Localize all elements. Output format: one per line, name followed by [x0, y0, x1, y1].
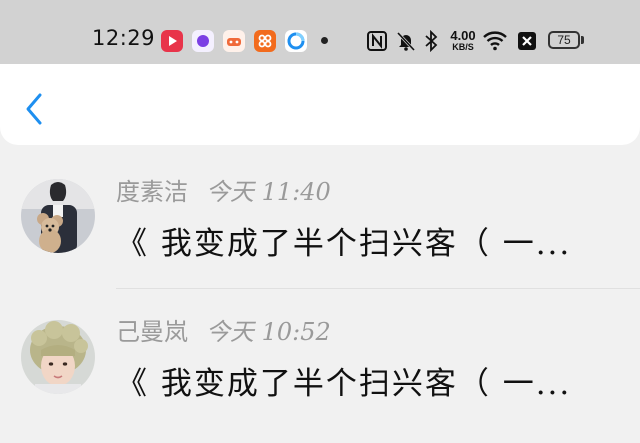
battery-indicator: 75 — [548, 31, 580, 49]
message-preview: 《 我变成了半个扫兴客（ 一... — [116, 366, 572, 402]
top-app-bar — [0, 64, 640, 145]
message-item[interactable]: 己曼岚 今天 10:52 《 我变成了半个扫兴客（ 一... — [0, 300, 640, 430]
message-meta: 度素洁 今天 11:40 — [116, 172, 331, 207]
game-app-icon — [223, 30, 245, 52]
network-speed: 4.00 KB/S — [446, 29, 480, 52]
browser-app-icon — [285, 30, 307, 52]
message-item[interactable]: 度素洁 今天 11:40 《 我变成了半个扫兴客（ 一... — [0, 160, 640, 290]
grid-app-icon — [254, 30, 276, 52]
chevron-left-icon[interactable] — [22, 91, 48, 127]
network-speed-value: 4.00 — [450, 28, 476, 43]
notification-dot-icon — [321, 37, 328, 44]
message-meta: 己曼岚 今天 10:52 — [116, 312, 331, 347]
video-app-icon — [161, 30, 183, 52]
bluetooth-icon — [424, 29, 438, 56]
network-speed-unit: KB/S — [452, 42, 474, 52]
avatar[interactable] — [21, 179, 95, 253]
status-bar: 12:29 4.00 KB/S 75 — [0, 0, 640, 64]
mute-bell-icon — [395, 30, 417, 56]
sender-name: 度素洁 — [116, 178, 188, 206]
no-sim-icon — [517, 31, 537, 55]
sender-name: 己曼岚 — [116, 318, 188, 346]
message-time: 今天 10:52 — [206, 318, 331, 346]
battery-cap — [581, 36, 584, 44]
avatar[interactable] — [21, 320, 95, 394]
circle-app-icon — [192, 30, 214, 52]
clock: 12:29 — [92, 26, 156, 50]
divider — [116, 288, 640, 289]
message-preview: 《 我变成了半个扫兴客（ 一... — [116, 226, 572, 262]
nfc-icon — [367, 31, 387, 55]
wifi-icon — [482, 29, 508, 55]
message-time: 今天 11:40 — [206, 178, 331, 206]
